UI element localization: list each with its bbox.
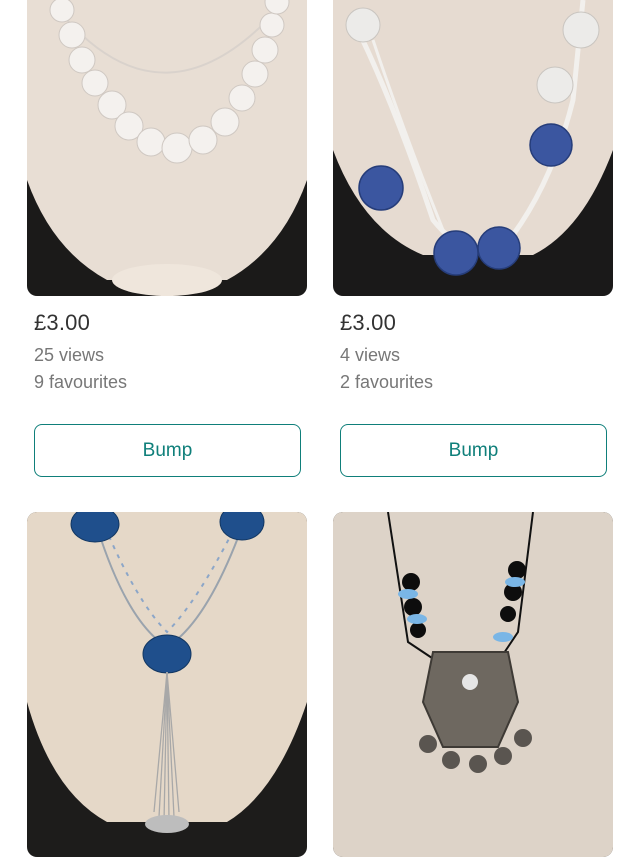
blue-bead-necklace-photo[interactable] bbox=[333, 0, 613, 296]
listing-views: 4 views bbox=[340, 345, 401, 365]
listing-card[interactable] bbox=[27, 512, 307, 857]
silver-pendant-necklace-photo[interactable] bbox=[333, 512, 613, 857]
listing-card[interactable] bbox=[333, 512, 613, 857]
listing-price: £3.00 bbox=[340, 310, 397, 335]
bump-button[interactable]: Bump bbox=[34, 424, 301, 477]
listing-favourites: 9 favourites bbox=[34, 372, 128, 392]
listing-favourites: 2 favourites bbox=[340, 372, 434, 392]
bump-button[interactable]: Bump bbox=[340, 424, 607, 477]
pearl-necklace-photo[interactable] bbox=[27, 0, 307, 296]
blue-tassel-necklace-photo[interactable] bbox=[27, 512, 307, 857]
listing-views: 25 views bbox=[34, 345, 105, 365]
listing-card[interactable]: £3.00 25 views 9 favourites Bump bbox=[27, 0, 307, 477]
listing-card[interactable]: £3.00 4 views 2 favourites Bump bbox=[333, 0, 613, 477]
listing-price: £3.00 bbox=[34, 310, 91, 335]
